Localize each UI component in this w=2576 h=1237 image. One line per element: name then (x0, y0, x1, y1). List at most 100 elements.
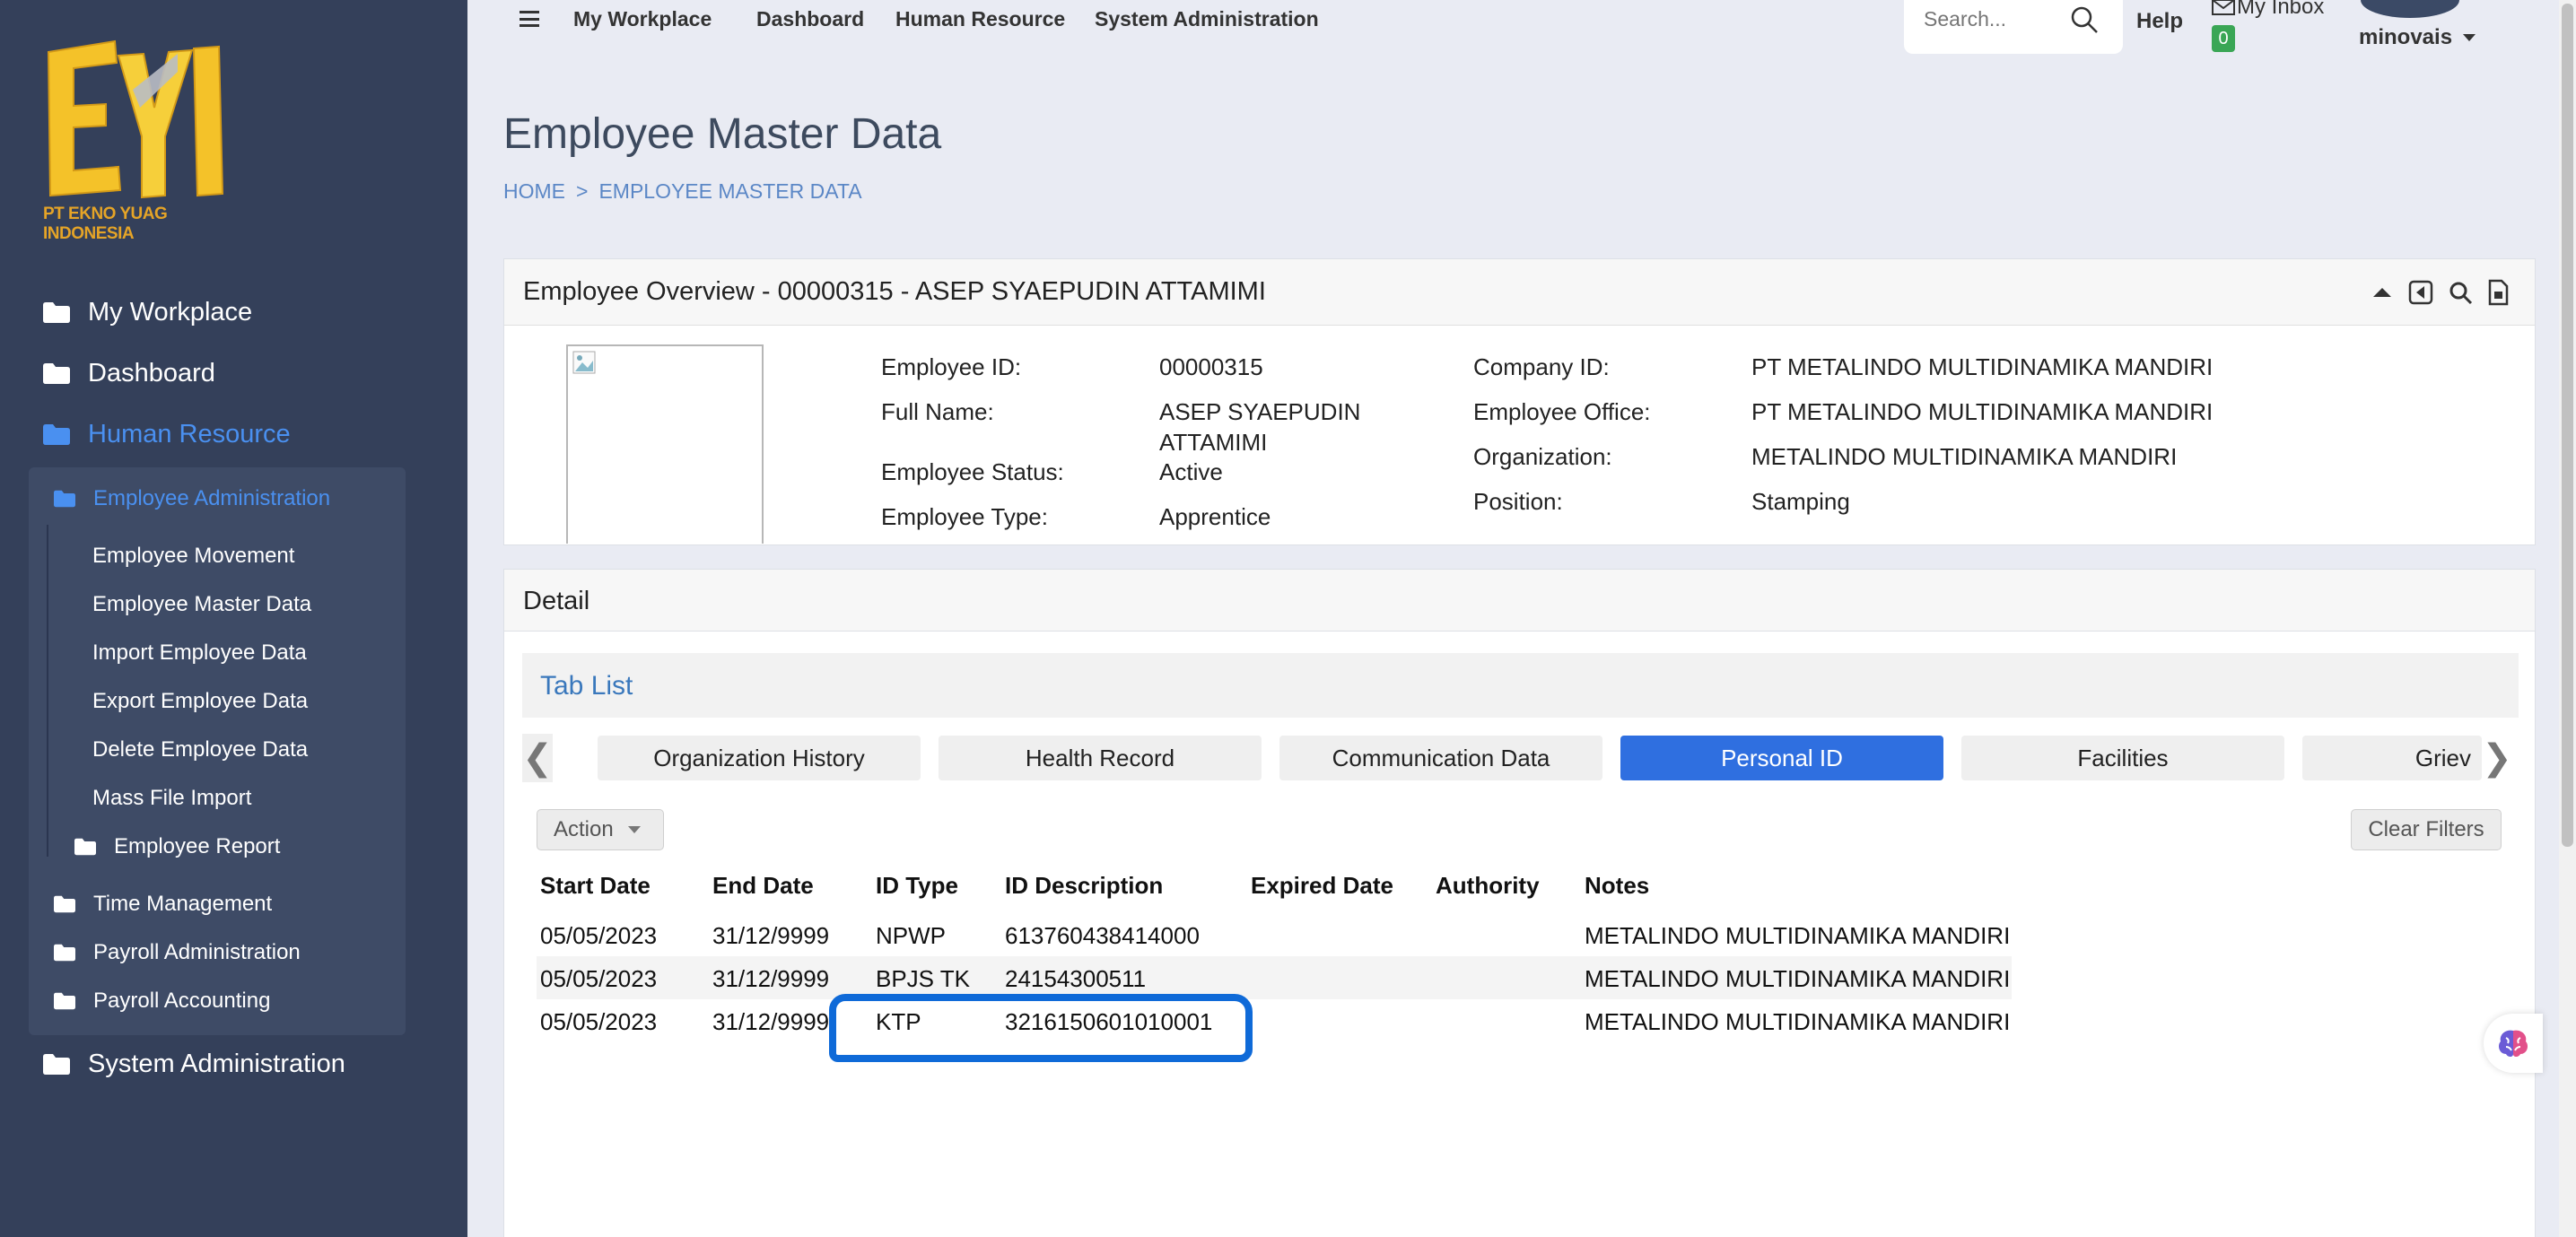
sidebar: PT EKNO YUAG INDONESIA My Workplace Dash… (0, 0, 467, 1237)
sidebar-item-dashboard[interactable]: Dashboard (43, 359, 215, 388)
tab-facilities[interactable]: Facilities (1961, 736, 2284, 780)
breadcrumb-home[interactable]: HOME (503, 179, 565, 204)
employee-type-label: Employee Type: (881, 503, 1048, 530)
back-box-icon[interactable] (2408, 279, 2433, 306)
sidebar-item-import-employee-data[interactable]: Import Employee Data (92, 640, 307, 666)
envelope-icon (2212, 0, 2235, 15)
full-name-label: Full Name: (881, 398, 994, 425)
sidebar-item-payroll-accounting[interactable]: Payroll Accounting (54, 989, 270, 1014)
table-row[interactable]: 05/05/2023 31/12/9999 KTP 32161506010100… (537, 999, 2012, 1042)
table-row[interactable]: 05/05/2023 31/12/9999 BPJS TK 2415430051… (537, 956, 2012, 999)
tab-health-record[interactable]: Health Record (939, 736, 1262, 780)
sidebar-item-delete-employee-data[interactable]: Delete Employee Data (92, 737, 308, 762)
sidebar-item-time-management[interactable]: Time Management (54, 892, 272, 917)
column-header-authority[interactable]: Authority (1436, 872, 1540, 900)
sidebar-item-label: Import Employee Data (92, 640, 307, 665)
page-title: Employee Master Data (503, 110, 942, 158)
organization-value: METALINDO MULTIDINAMIKA MANDIRI (1751, 443, 2178, 470)
cell-id-description: 24154300511 (1005, 965, 1147, 992)
tab-communication-data[interactable]: Communication Data (1279, 736, 1602, 780)
breadcrumb-current: EMPLOYEE MASTER DATA (598, 179, 862, 203)
inbox-link[interactable]: My Inbox (2212, 0, 2324, 20)
cell-id-type: BPJS TK (876, 965, 971, 992)
sidebar-item-export-employee-data[interactable]: Export Employee Data (92, 689, 308, 714)
column-header-id-description[interactable]: ID Description (1005, 872, 1163, 900)
sidebar-item-label: Export Employee Data (92, 689, 309, 713)
topnav-my-workplace[interactable]: My Workplace (573, 7, 712, 31)
search-icon[interactable] (2070, 5, 2099, 34)
user-menu[interactable]: minovais (2359, 25, 2476, 50)
avatar[interactable] (2361, 0, 2459, 18)
tab-scroll-right-icon[interactable]: ❯ (2482, 734, 2512, 782)
sidebar-item-label: Dashboard (88, 359, 215, 388)
page-scrollbar[interactable] (2559, 0, 2576, 1237)
detail-header: Detail (503, 569, 2536, 632)
cell-end-date: 31/12/9999 (712, 1008, 830, 1035)
sidebar-item-employee-movement[interactable]: Employee Movement (92, 544, 294, 569)
employee-office-value: PT METALINDO MULTIDINAMIKA MANDIRI (1751, 398, 2214, 425)
cell-notes: METALINDO MULTIDINAMIKA MANDIRI (1585, 1008, 2011, 1035)
tab-scroll-left-icon[interactable]: ❮ (522, 734, 553, 782)
sidebar-item-label: Mass File Import (92, 786, 252, 810)
sidebar-item-human-resource[interactable]: Human Resource (43, 420, 291, 449)
search-icon[interactable] (2448, 279, 2473, 306)
sidebar-item-payroll-administration[interactable]: Payroll Administration (54, 940, 301, 965)
column-header-id-type[interactable]: ID Type (876, 872, 958, 900)
sidebar-item-label: System Administration (88, 1050, 345, 1078)
tab-grievance[interactable]: Griev (2302, 736, 2482, 780)
collapse-up-icon[interactable] (2370, 279, 2395, 306)
breadcrumb: HOME > EMPLOYEE MASTER DATA (503, 179, 862, 204)
tab-list-title: Tab List (540, 671, 633, 701)
sidebar-item-label: Human Resource (88, 420, 291, 449)
cell-notes: METALINDO MULTIDINAMIKA MANDIRI (1585, 922, 2011, 949)
sidebar-item-system-administration[interactable]: System Administration (43, 1050, 345, 1079)
username-label: minovais (2359, 25, 2453, 49)
action-dropdown-button[interactable]: Action (537, 809, 664, 850)
topnav-human-resource[interactable]: Human Resource (895, 7, 1065, 31)
folder-icon (43, 363, 70, 384)
employee-id-value: 00000315 (1159, 353, 1263, 380)
sidebar-item-mass-file-import[interactable]: Mass File Import (92, 786, 251, 811)
employee-id-label: Employee ID: (881, 353, 1022, 380)
column-header-end-date[interactable]: End Date (712, 872, 814, 900)
tab-organization-history[interactable]: Organization History (598, 736, 921, 780)
hamburger-menu-icon[interactable] (520, 11, 539, 27)
sidebar-item-employee-administration[interactable]: Employee Administration (54, 486, 330, 511)
cell-id-type: NPWP (876, 922, 946, 949)
folder-icon (74, 838, 96, 856)
tab-personal-id[interactable]: Personal ID (1620, 736, 1943, 780)
help-link[interactable]: Help (2136, 9, 2183, 34)
document-icon[interactable] (2485, 279, 2511, 306)
sidebar-item-label: Employee Master Data (92, 592, 312, 616)
cell-start-date: 05/05/2023 (540, 1008, 658, 1035)
cell-start-date: 05/05/2023 (540, 922, 658, 949)
folder-open-icon (43, 424, 70, 445)
company-caption: PT EKNO YUAG INDONESIA (43, 205, 168, 243)
company-logo (47, 39, 224, 199)
table-row[interactable]: 05/05/2023 31/12/9999 NPWP 6137604384140… (537, 913, 2012, 956)
action-label: Action (554, 817, 614, 841)
sidebar-item-label: Payroll Accounting (93, 989, 271, 1013)
sidebar-item-my-workplace[interactable]: My Workplace (43, 298, 252, 327)
clear-filters-button[interactable]: Clear Filters (2351, 809, 2502, 850)
overview-title: Employee Overview - 00000315 - ASEP SYAE… (523, 277, 1266, 306)
topnav-dashboard[interactable]: Dashboard (756, 7, 864, 31)
column-header-expired-date[interactable]: Expired Date (1251, 872, 1393, 900)
column-header-start-date[interactable]: Start Date (540, 872, 651, 900)
topnav-system-administration[interactable]: System Administration (1095, 7, 1319, 31)
position-label: Position: (1473, 488, 1563, 515)
column-header-notes[interactable]: Notes (1585, 872, 1649, 900)
caret-down-icon (2463, 34, 2476, 41)
sidebar-item-employee-report[interactable]: Employee Report (74, 834, 280, 859)
sidebar-item-employee-master-data[interactable]: Employee Master Data (92, 592, 311, 617)
scrollbar-thumb[interactable] (2562, 4, 2573, 847)
cell-end-date: 31/12/9999 (712, 965, 830, 992)
detail-title: Detail (523, 587, 590, 615)
tab-list-header: Tab List (522, 653, 2519, 718)
assistant-brain-icon[interactable] (2484, 1014, 2543, 1073)
caret-down-icon (627, 826, 641, 833)
cell-id-description: 613760438414000 (1005, 922, 1200, 949)
sidebar-item-label: Employee Report (114, 834, 281, 858)
detail-body: Tab List ❮ Organization History Health R… (503, 632, 2536, 1237)
search-input[interactable] (1924, 5, 2076, 32)
